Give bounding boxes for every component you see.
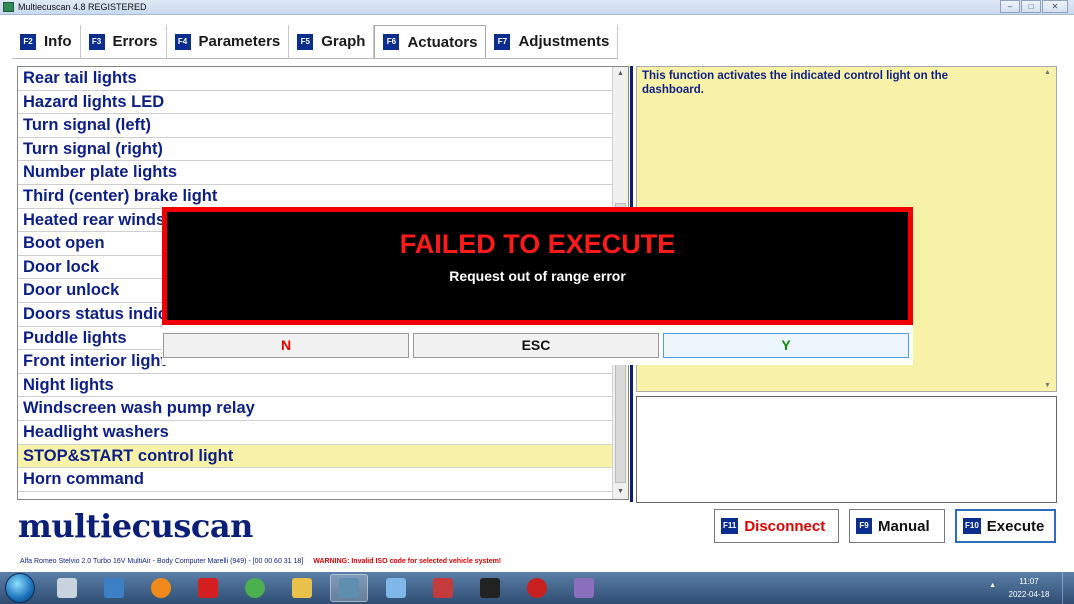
- clock[interactable]: 11:07 2022-04-18: [1004, 575, 1054, 601]
- start-button[interactable]: [5, 573, 35, 603]
- acrobat-glyph: [198, 578, 218, 598]
- cmd-icon[interactable]: [471, 574, 509, 602]
- windows-explorer-glyph: [57, 578, 77, 598]
- paint-icon[interactable]: [565, 574, 603, 602]
- tab-label: Errors: [112, 33, 158, 50]
- tab-parameters[interactable]: F4 Parameters: [167, 25, 290, 58]
- tab-label: Actuators: [407, 33, 478, 51]
- error-dialog: FAILED TO EXECUTE Request out of range e…: [162, 207, 913, 365]
- status-line: Alfa Romeo Stelvio 2.0 Turbo 16V MultiAi…: [0, 552, 1074, 572]
- outlook-glyph: [104, 578, 124, 598]
- acrobat-icon[interactable]: [189, 574, 227, 602]
- show-desktop-button[interactable]: [1062, 572, 1074, 604]
- warning-text: WARNING: Invalid ISO code for selected v…: [313, 558, 502, 565]
- f10-key-icon: F10: [963, 518, 981, 534]
- close-button[interactable]: ✕: [1042, 0, 1068, 13]
- app-icon: [3, 2, 14, 12]
- list-item[interactable]: Turn signal (left): [18, 114, 613, 138]
- tab-label: Info: [44, 33, 72, 50]
- paint-glyph: [574, 578, 594, 598]
- scroll-down-icon[interactable]: ▼: [1044, 382, 1051, 389]
- firefox-glyph: [151, 578, 171, 598]
- tab-label: Graph: [321, 33, 366, 50]
- multiecuscan-logo: multiecuscan: [18, 507, 253, 545]
- list-item[interactable]: Horn command: [18, 468, 613, 492]
- error-message: Request out of range error: [449, 268, 626, 284]
- outlook-icon[interactable]: [95, 574, 133, 602]
- f2-key-icon: F2: [20, 33, 36, 50]
- list-item[interactable]: Headlight washers: [18, 421, 613, 445]
- f6-key-icon: F6: [383, 34, 400, 50]
- toolbox-glyph: [433, 578, 453, 598]
- list-item[interactable]: Number plate lights: [18, 161, 613, 185]
- taskbar-icons: [48, 574, 612, 602]
- toolbox-icon[interactable]: [424, 574, 462, 602]
- windows-explorer-icon[interactable]: [48, 574, 86, 602]
- tab-adjustments[interactable]: F7 Adjustments: [486, 25, 619, 58]
- multiecuscan-glyph: [339, 578, 359, 598]
- list-item[interactable]: Turn signal (right): [18, 138, 613, 162]
- error-banner: FAILED TO EXECUTE Request out of range e…: [162, 207, 913, 325]
- chrome-icon[interactable]: [236, 574, 274, 602]
- clock-date: 2022-04-18: [1008, 590, 1050, 599]
- maximize-button[interactable]: □: [1021, 0, 1041, 13]
- list-item[interactable]: Hazard lights LED: [18, 91, 613, 115]
- manual-button[interactable]: F9 Manual: [849, 509, 945, 543]
- tab-errors[interactable]: F3 Errors: [81, 25, 167, 58]
- minimize-button[interactable]: –: [1000, 0, 1020, 13]
- yes-button[interactable]: Y: [663, 333, 909, 358]
- bliz-glyph: [527, 578, 547, 598]
- execute-button[interactable]: F10 Execute: [955, 509, 1056, 543]
- clock-time: 11:07: [1019, 577, 1039, 586]
- tab-info[interactable]: F2 Info: [12, 25, 81, 58]
- list-item[interactable]: Night lights: [18, 374, 613, 398]
- tab-label: Adjustments: [518, 33, 610, 50]
- taskbar: ▲ 11:07 2022-04-18: [0, 572, 1074, 604]
- app-window: Multiecuscan 4.8 REGISTERED – □ ✕ F2 Info…: [0, 0, 1074, 604]
- cmd-glyph: [480, 578, 500, 598]
- scroll-down-icon[interactable]: ▼: [613, 485, 628, 499]
- no-button[interactable]: N: [163, 333, 409, 358]
- bliz-icon[interactable]: [518, 574, 556, 602]
- tab-actuators[interactable]: F6 Actuators: [374, 25, 487, 58]
- scroll-up-icon[interactable]: ▲: [613, 67, 628, 81]
- execute-label: Execute: [986, 517, 1045, 535]
- notebook-glyph: [386, 578, 406, 598]
- tab-graph[interactable]: F5 Graph: [289, 25, 375, 58]
- esc-button[interactable]: ESC: [413, 333, 659, 358]
- f7-key-icon: F7: [494, 33, 511, 50]
- notebook-icon[interactable]: [377, 574, 415, 602]
- chrome-glyph: [245, 578, 265, 598]
- multiecuscan-icon[interactable]: [330, 574, 368, 602]
- title-bar: Multiecuscan 4.8 REGISTERED – □ ✕: [0, 0, 1074, 15]
- f3-key-icon: F3: [88, 33, 105, 50]
- disconnect-label: Disconnect: [744, 517, 826, 535]
- tab-label: Parameters: [198, 33, 281, 50]
- list-item[interactable]: Windscreen wash pump relay: [18, 397, 613, 421]
- f5-key-icon: F5: [297, 33, 314, 50]
- firefox-icon[interactable]: [142, 574, 180, 602]
- list-item[interactable]: Rear tail lights: [18, 67, 613, 91]
- vehicle-info: Alfa Romeo Stelvio 2.0 Turbo 16V MultiAi…: [20, 558, 304, 565]
- window-controls: – □ ✕: [999, 0, 1068, 14]
- f9-key-icon: F9: [856, 518, 872, 534]
- folder-icon[interactable]: [283, 574, 321, 602]
- manual-label: Manual: [878, 517, 930, 535]
- description-text: This function activates the indicated co…: [642, 70, 949, 96]
- scroll-up-icon[interactable]: ▲: [1044, 69, 1051, 76]
- f11-key-icon: F11: [721, 518, 739, 534]
- description-scrollbar[interactable]: ▲ ▼: [1040, 67, 1056, 391]
- list-item[interactable]: Third (center) brake light: [18, 185, 613, 209]
- f4-key-icon: F4: [174, 33, 191, 50]
- output-panel: [636, 396, 1057, 503]
- list-item[interactable]: STOP&START control light: [18, 444, 613, 469]
- tray-expand-icon[interactable]: ▲: [989, 582, 996, 589]
- tab-bar: F2 Info F3 Errors F4 Parameters F5 Graph F6 A…: [12, 25, 619, 59]
- disconnect-button[interactable]: F11 Disconnect: [714, 509, 839, 543]
- error-title: FAILED TO EXECUTE: [399, 229, 676, 259]
- window-title: Multiecuscan 4.8 REGISTERED: [18, 2, 147, 12]
- folder-glyph: [292, 578, 312, 598]
